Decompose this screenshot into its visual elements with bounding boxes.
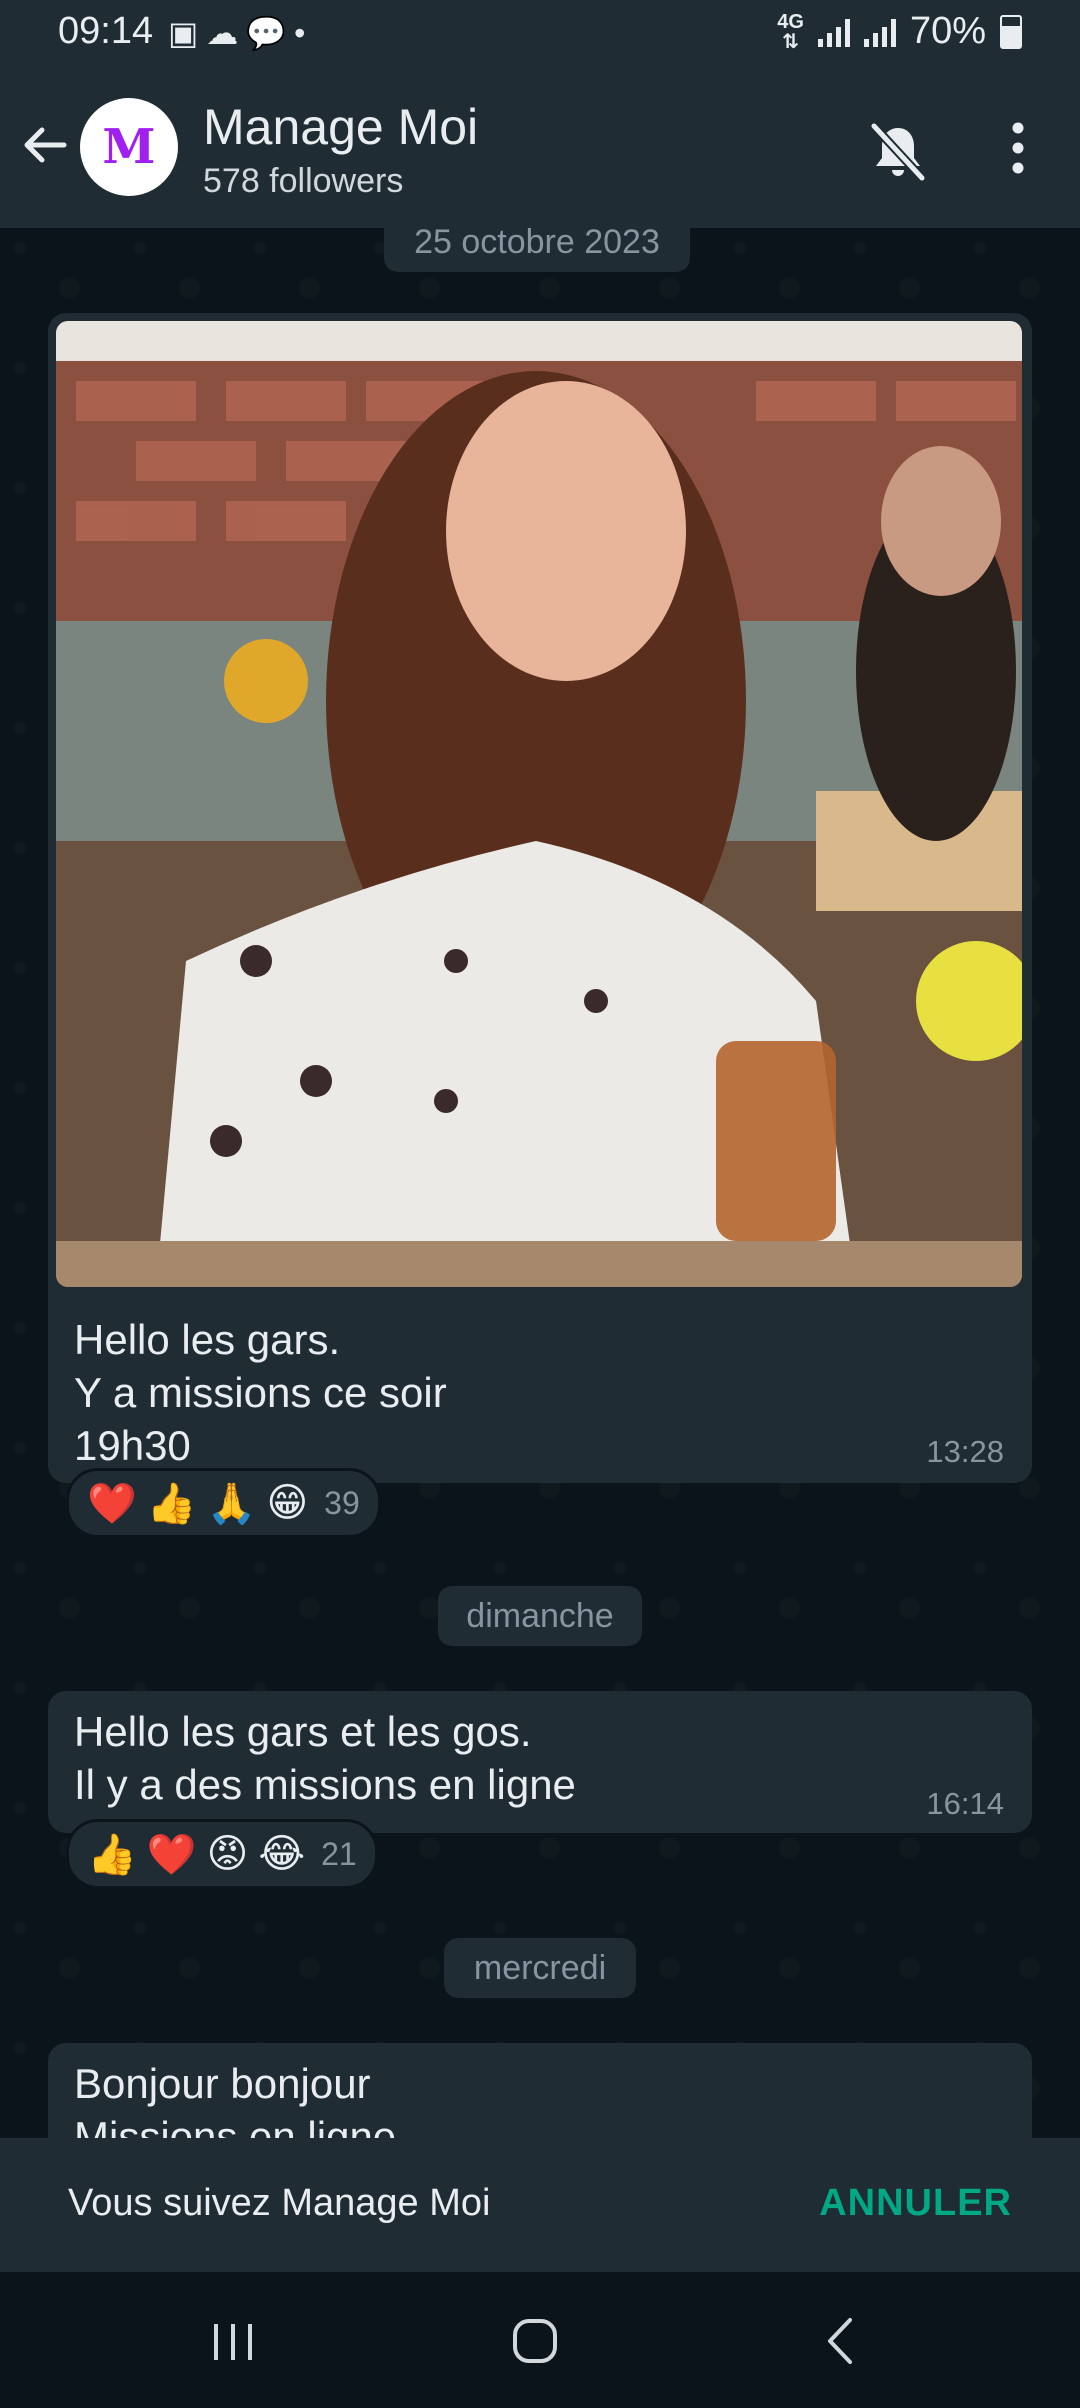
- reaction-count: 21: [321, 1835, 357, 1872]
- battery-icon: [1000, 14, 1022, 49]
- message-bubble[interactable]: Hello les gars et les gos. Il y a des mi…: [48, 1691, 1032, 1833]
- thumbs-up-emoji: 👍: [87, 1832, 137, 1877]
- follow-bar: Vous suivez Manage Moi ANNULER: [0, 2138, 1080, 2272]
- message-text: Bonjour bonjour Missions en ligne: [74, 2060, 397, 2138]
- angry-emoji: 😡: [206, 1832, 249, 1876]
- image-icon: ▣: [168, 15, 207, 51]
- message-time: 13:28: [926, 1434, 1004, 1469]
- status-right: 4G ⇅ 70%: [777, 10, 1022, 53]
- nav-back-icon[interactable]: [822, 2316, 858, 2366]
- message-text: Hello les gars et les gos. Il y a des mi…: [74, 1708, 576, 1808]
- reactions-bar[interactable]: 👍 ❤️ 😡 😂 21: [66, 1819, 378, 1889]
- thumbs-up-emoji: 👍: [146, 1481, 197, 1526]
- manage-moi-logo: M: [102, 119, 156, 175]
- network-type: 4G ⇅: [777, 10, 804, 53]
- message-text: Hello les gars. Y a missions ce soir 19h…: [74, 1316, 447, 1469]
- status-bar: 09:14 ▣☁💬• 4G ⇅ 70%: [0, 0, 1080, 70]
- gif-image: [56, 321, 1022, 1287]
- message-bubble[interactable]: Bonjour bonjour Missions en ligne: [48, 2043, 1032, 2138]
- back-arrow-icon[interactable]: [20, 120, 70, 170]
- recent-apps-icon[interactable]: [210, 2322, 256, 2362]
- cloud-icon: ☁: [206, 15, 247, 51]
- reaction-count: 39: [324, 1484, 360, 1521]
- channel-header: M Manage Moi 578 followers: [0, 70, 1080, 228]
- gif-media[interactable]: [56, 321, 1022, 1287]
- chat-bubble-icon: 💬: [246, 15, 295, 51]
- chat-area[interactable]: 25 octobre 2023 Hello les gars. Y a miss…: [0, 228, 1080, 2138]
- pray-emoji: 🙏: [206, 1481, 257, 1526]
- cancel-button[interactable]: ANNULER: [819, 2182, 1012, 2225]
- message-time: 16:14: [926, 1786, 1004, 1821]
- grin-emoji: 😁: [266, 1481, 309, 1525]
- date-separator: 25 octobre 2023: [384, 228, 690, 272]
- bell-muted-icon[interactable]: [866, 120, 930, 184]
- channel-avatar[interactable]: M: [80, 98, 178, 196]
- laughing-emoji: 😂: [258, 1832, 306, 1876]
- message-bubble[interactable]: Hello les gars. Y a missions ce soir 19h…: [48, 313, 1032, 1483]
- signal-icon: [817, 17, 850, 47]
- heart-emoji: ❤️: [87, 1481, 137, 1526]
- channel-name[interactable]: Manage Moi: [203, 98, 478, 156]
- date-separator: mercredi: [444, 1938, 636, 1998]
- notification-icons: ▣☁💬•: [168, 14, 313, 52]
- heart-emoji: ❤️: [146, 1832, 197, 1877]
- home-icon[interactable]: [512, 2316, 558, 2366]
- reactions-bar[interactable]: ❤️ 👍 🙏 😁 39: [66, 1468, 381, 1538]
- system-nav-bar: [0, 2272, 1080, 2408]
- battery-percent: 70%: [909, 10, 986, 52]
- signal-icon-2: [863, 17, 896, 47]
- followers-count: 578 followers: [203, 162, 404, 200]
- more-options-icon[interactable]: [1000, 120, 1036, 176]
- following-status: Vous suivez Manage Moi: [68, 2182, 491, 2224]
- date-separator: dimanche: [438, 1586, 642, 1646]
- status-time: 09:14: [58, 10, 154, 52]
- dot-icon: •: [294, 15, 314, 51]
